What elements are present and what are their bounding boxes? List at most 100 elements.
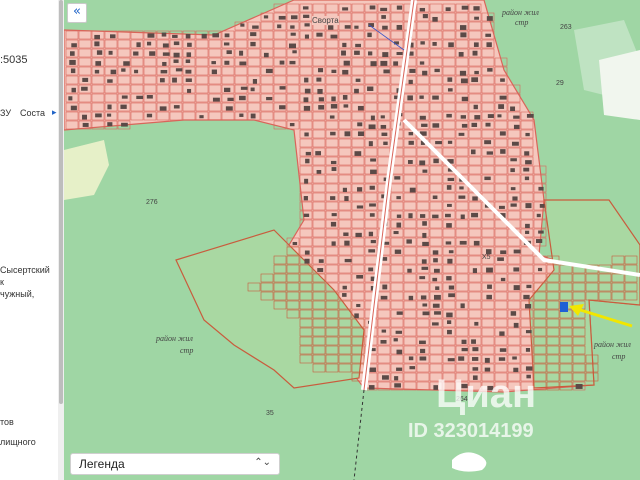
building xyxy=(162,43,169,48)
building xyxy=(343,60,350,66)
building xyxy=(175,68,183,72)
building xyxy=(357,105,364,111)
collapse-sidebar-button[interactable]: « xyxy=(67,3,87,23)
building xyxy=(510,311,517,316)
building xyxy=(408,295,414,301)
tab-parcel[interactable]: ЗУ xyxy=(0,108,11,118)
building xyxy=(432,214,439,219)
building xyxy=(434,68,440,73)
cadastral-number-fragment: :5035 xyxy=(0,54,28,66)
building xyxy=(357,187,363,192)
building xyxy=(434,311,441,315)
building xyxy=(393,61,399,66)
building xyxy=(510,203,517,207)
building xyxy=(368,249,376,253)
building xyxy=(110,69,117,75)
building xyxy=(354,50,360,55)
sidebar-scrollbar-thumb[interactable] xyxy=(59,0,63,404)
building xyxy=(500,250,507,255)
building xyxy=(448,42,454,48)
building xyxy=(396,51,403,56)
building xyxy=(536,213,541,218)
building xyxy=(185,33,191,39)
building xyxy=(380,124,387,129)
building xyxy=(419,95,424,99)
building xyxy=(70,68,76,74)
building xyxy=(432,195,438,200)
building xyxy=(318,105,325,110)
building xyxy=(419,160,426,166)
building xyxy=(304,258,310,264)
building xyxy=(354,313,359,319)
building xyxy=(173,105,180,109)
building xyxy=(357,131,365,137)
building xyxy=(146,41,152,46)
building xyxy=(485,122,491,127)
building xyxy=(408,132,414,136)
parcel-number-label: Х5 xyxy=(482,254,491,261)
building xyxy=(290,25,295,29)
building xyxy=(461,123,468,128)
building xyxy=(82,77,89,82)
building xyxy=(396,349,403,355)
building xyxy=(317,88,323,94)
district-label: стр xyxy=(612,352,626,361)
building xyxy=(381,329,387,333)
building xyxy=(343,232,349,236)
building xyxy=(523,167,530,172)
building xyxy=(240,23,245,27)
building xyxy=(316,77,322,82)
building xyxy=(382,25,388,30)
building xyxy=(445,213,451,218)
building xyxy=(173,59,179,63)
building xyxy=(356,303,361,308)
building xyxy=(458,195,466,199)
building xyxy=(447,88,453,92)
building xyxy=(575,384,583,389)
tab-composition[interactable]: Соста xyxy=(20,108,45,118)
building xyxy=(510,168,515,173)
building xyxy=(239,95,246,101)
building xyxy=(498,357,506,361)
building xyxy=(226,50,232,55)
map-canvas[interactable] xyxy=(64,0,640,480)
building xyxy=(458,132,465,136)
building xyxy=(524,151,530,156)
building xyxy=(341,50,346,56)
building xyxy=(304,23,310,27)
building xyxy=(448,285,455,290)
building xyxy=(422,232,427,238)
building xyxy=(460,32,467,38)
building xyxy=(380,60,388,66)
building xyxy=(342,187,347,193)
cadastral-map[interactable]: Сворта район жил стр район жил стр район… xyxy=(64,0,640,480)
building xyxy=(447,177,455,182)
building xyxy=(107,79,113,83)
building xyxy=(474,321,479,326)
building xyxy=(279,60,285,65)
building xyxy=(526,284,532,289)
building xyxy=(432,95,439,100)
building xyxy=(239,61,247,66)
building xyxy=(525,348,531,352)
building xyxy=(305,158,310,164)
building xyxy=(486,42,492,48)
selected-parcel-marker[interactable] xyxy=(560,302,568,312)
building xyxy=(318,97,324,102)
building xyxy=(161,32,167,37)
building xyxy=(459,70,467,76)
building xyxy=(409,366,416,370)
tab-scroll-arrow-icon[interactable]: ▸ xyxy=(52,107,57,118)
building xyxy=(409,68,416,73)
building xyxy=(419,7,426,12)
building xyxy=(330,104,338,109)
building xyxy=(173,41,180,46)
building xyxy=(303,105,311,111)
building xyxy=(525,366,533,371)
legend-dropdown[interactable]: Легенда ⌃⌄ xyxy=(70,453,280,475)
building xyxy=(497,114,502,118)
building xyxy=(368,124,376,130)
building xyxy=(433,158,439,164)
building xyxy=(382,375,389,380)
building xyxy=(342,69,349,75)
